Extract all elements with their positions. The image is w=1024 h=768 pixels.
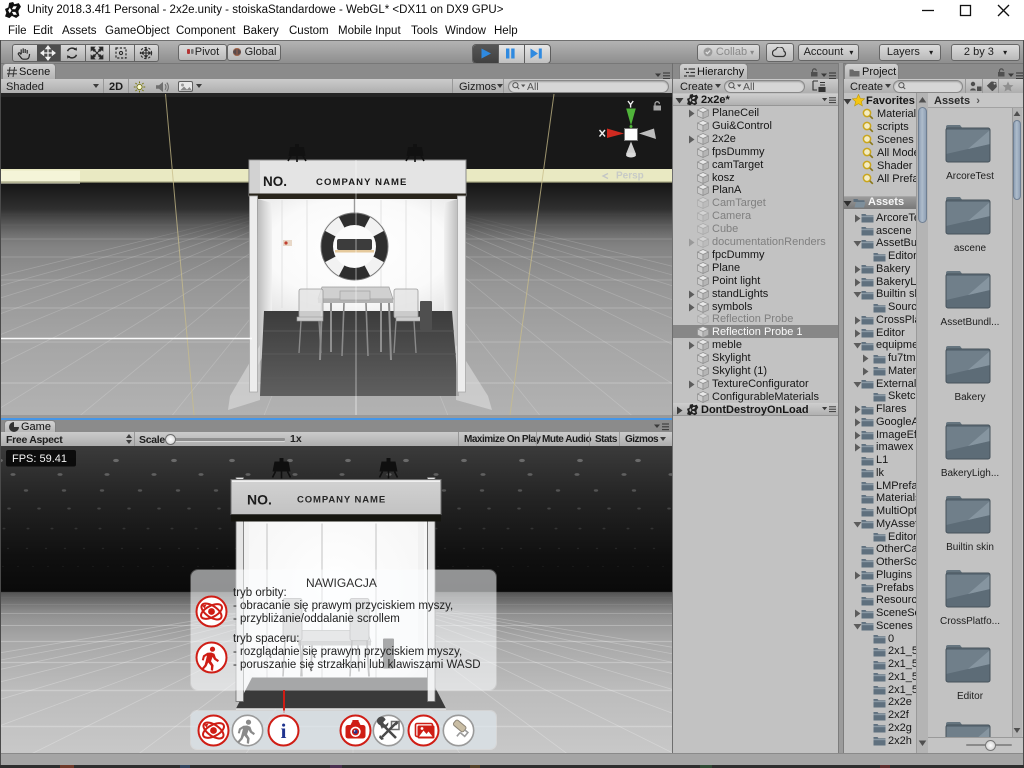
svg-text:NO.: NO.	[247, 491, 272, 507]
svg-text:i: i	[280, 719, 286, 743]
svg-text:COMPANY NAME: COMPANY NAME	[297, 494, 386, 505]
svg-text:COMPANY NAME: COMPANY NAME	[316, 177, 408, 188]
svg-text:FPS: 59.41: FPS: 59.41	[12, 453, 67, 465]
svg-text:Persp: Persp	[616, 171, 644, 182]
svg-text:NO.: NO.	[263, 174, 287, 189]
